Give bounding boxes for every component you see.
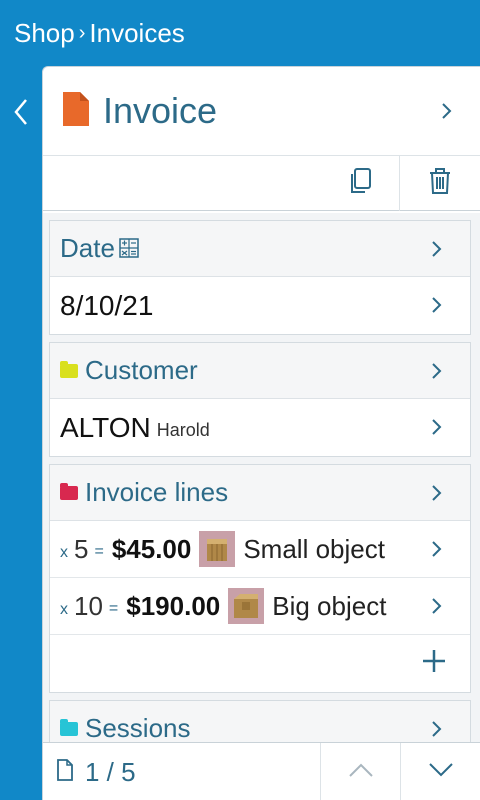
folder-icon bbox=[60, 482, 78, 500]
breadcrumb-shop[interactable]: Shop bbox=[14, 18, 75, 49]
invoice-line[interactable]: x 5 = $45.00 Small object bbox=[50, 521, 470, 578]
document-icon bbox=[63, 91, 89, 131]
line-quantity: 5 bbox=[74, 533, 89, 564]
chevron-right-icon bbox=[430, 361, 444, 381]
times-symbol: x bbox=[60, 601, 68, 618]
date-section: Date 8/10/21 bbox=[49, 220, 471, 335]
invoice-lines-section: Invoice lines x 5 = $45.00 Small object bbox=[49, 464, 471, 693]
folder-icon bbox=[60, 718, 78, 736]
product-name: Big object bbox=[272, 590, 387, 621]
date-value-row[interactable]: 8/10/21 bbox=[50, 277, 470, 334]
chevron-right-icon bbox=[430, 417, 444, 437]
chevron-right-icon bbox=[430, 483, 444, 503]
date-label: Date bbox=[60, 233, 115, 263]
trash-icon bbox=[429, 168, 451, 199]
toolbar bbox=[43, 155, 480, 211]
product-thumbnail bbox=[228, 588, 265, 624]
chevron-right-icon bbox=[430, 539, 444, 559]
chevron-right-icon bbox=[430, 295, 444, 315]
chevron-right-icon bbox=[440, 101, 454, 121]
top-bar: Shop › Invoices bbox=[0, 0, 480, 66]
invoice-panel: Invoice Date 8/10/21 Customer ALTON Haro… bbox=[42, 66, 480, 800]
chevron-up-icon bbox=[348, 762, 374, 783]
delete-button[interactable] bbox=[400, 156, 480, 211]
add-line-row bbox=[50, 635, 470, 692]
customer-last-name: ALTON bbox=[60, 411, 151, 443]
next-button[interactable] bbox=[400, 743, 480, 800]
copy-button[interactable] bbox=[320, 156, 400, 211]
line-price: $45.00 bbox=[111, 533, 192, 564]
breadcrumb-separator: › bbox=[78, 22, 86, 44]
copy-icon bbox=[348, 168, 372, 199]
date-value: 8/10/21 bbox=[60, 289, 154, 321]
product-name: Small object bbox=[243, 533, 385, 564]
page-icon bbox=[57, 757, 73, 788]
invoice-lines-label: Invoice lines bbox=[85, 477, 229, 507]
back-arrow-icon[interactable] bbox=[8, 92, 34, 132]
chevron-down-icon bbox=[428, 762, 454, 783]
product-thumbnail bbox=[199, 531, 236, 567]
chevron-right-icon bbox=[430, 719, 444, 739]
invoice-line[interactable]: x 10 = $190.00 Big object bbox=[50, 578, 470, 635]
folder-icon bbox=[60, 360, 78, 378]
customer-section: Customer ALTON Harold bbox=[49, 342, 471, 457]
invoice-header[interactable]: Invoice bbox=[43, 67, 480, 155]
line-price: $190.00 bbox=[126, 590, 221, 621]
invoice-lines-header[interactable]: Invoice lines bbox=[50, 465, 470, 521]
times-symbol: x bbox=[60, 544, 68, 561]
page-counter: 1 / 5 bbox=[85, 757, 136, 787]
equals-symbol: = bbox=[108, 600, 119, 617]
previous-button[interactable] bbox=[320, 743, 400, 800]
chevron-right-icon bbox=[430, 596, 444, 616]
page-title: Invoice bbox=[103, 90, 218, 131]
customer-label: Customer bbox=[85, 355, 198, 385]
customer-header[interactable]: Customer bbox=[50, 343, 470, 399]
breadcrumb: Shop › Invoices bbox=[14, 18, 185, 49]
add-line-button[interactable] bbox=[422, 649, 446, 673]
line-quantity: 10 bbox=[74, 590, 103, 621]
pager-bar: 1 / 5 bbox=[43, 742, 480, 800]
invoice-content: Date 8/10/21 Customer ALTON Harold Invoi… bbox=[43, 213, 480, 742]
calculator-icon bbox=[119, 238, 139, 263]
date-header[interactable]: Date bbox=[50, 221, 470, 277]
sessions-header[interactable]: Sessions bbox=[50, 701, 470, 742]
equals-symbol: = bbox=[94, 543, 104, 560]
sessions-label: Sessions bbox=[85, 713, 191, 742]
chevron-right-icon bbox=[430, 239, 444, 259]
breadcrumb-invoices: Invoices bbox=[89, 18, 185, 48]
customer-row[interactable]: ALTON Harold bbox=[50, 399, 470, 456]
sessions-section: Sessions bbox=[49, 700, 471, 742]
customer-first-name: Harold bbox=[156, 420, 210, 440]
pager: 1 / 5 bbox=[57, 757, 136, 788]
